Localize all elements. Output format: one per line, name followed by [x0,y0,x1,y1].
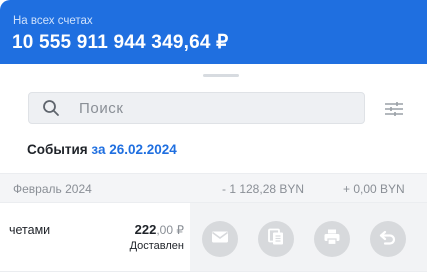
search-input[interactable] [79,93,349,123]
month-label: Февраль 2024 [13,182,92,196]
send-email-button[interactable] [202,221,238,257]
month-summary-row: Февраль 2024 - 1 128,28 BYN + 0,00 BYN [0,173,427,203]
transaction-amount: 222,00 ₽ [135,222,184,237]
events-heading: События за 26.02.2024 [27,142,177,157]
events-title: События [27,142,88,157]
accounts-header: На всех счетах 10 555 911 944 349,64 ₽ [0,0,427,64]
search-box[interactable] [28,92,365,124]
print-icon [322,227,342,252]
month-incoming-total: + 0,00 BYN [343,182,405,196]
transaction-amount-cents: ,00 ₽ [156,223,184,237]
repeat-button[interactable] [370,221,406,257]
total-balance: 10 555 911 944 349,64 ₽ [12,32,229,53]
transaction-actions [190,203,427,271]
transaction-title: четами [9,223,51,237]
row-divider [0,271,427,272]
undo-icon [378,227,398,252]
filter-settings-icon[interactable] [384,101,404,117]
transaction-row[interactable]: четами 222,00 ₽ Доставлен [0,203,427,275]
print-button[interactable] [314,221,350,257]
sheet-drag-handle[interactable] [203,74,239,77]
events-date-link[interactable]: за 26.02.2024 [91,142,176,157]
copy-icon [266,227,286,252]
total-label: На всех счетах [13,15,93,27]
copy-button[interactable] [258,221,294,257]
mail-icon [210,227,230,252]
search-icon [42,99,60,117]
transaction-card[interactable]: четами 222,00 ₽ Доставлен [0,203,190,271]
transaction-amount-whole: 222 [134,222,157,237]
transaction-status: Доставлен [129,240,184,252]
month-outgoing-total: - 1 128,28 BYN [222,182,305,196]
